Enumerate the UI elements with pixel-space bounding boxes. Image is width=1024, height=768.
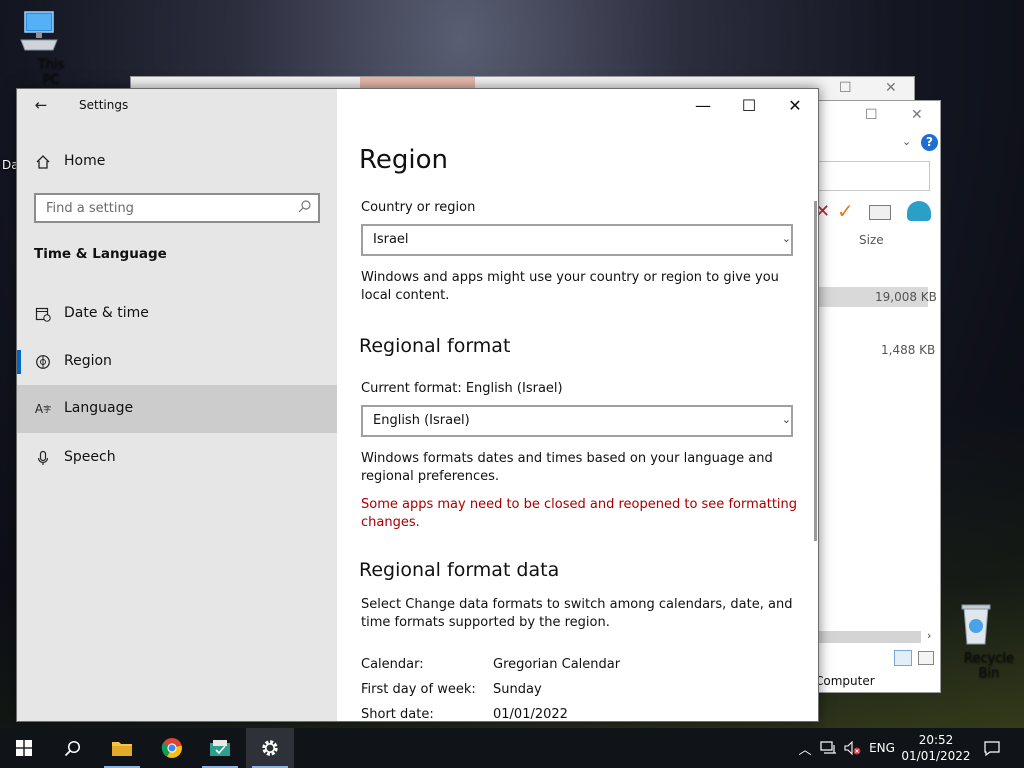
help-icon[interactable]: ? — [921, 134, 938, 151]
page-title: Region — [359, 145, 449, 175]
chevron-down-icon[interactable]: ⌄ — [902, 135, 911, 148]
row-key: Calendar: — [361, 657, 424, 672]
current-format-label: Current format: English (Israel) — [361, 381, 563, 396]
maximize-button[interactable]: ☐ — [726, 89, 772, 121]
scroll-right-icon[interactable]: › — [927, 629, 931, 642]
search-input[interactable]: Find a setting — [34, 193, 320, 223]
regional-format-dropdown[interactable]: English (Israel) ⌄ — [361, 405, 793, 437]
format-data-description: Select Change data formats to switch amo… — [361, 597, 793, 630]
sidebar-item-label: Language — [64, 400, 134, 416]
show-hidden-icons[interactable]: ︿ — [796, 728, 814, 768]
format-description: Windows formats dates and times based on… — [361, 451, 773, 484]
language-icon: A字 — [34, 402, 52, 416]
volume-muted-icon[interactable] — [842, 728, 864, 768]
country-label: Country or region — [361, 200, 476, 215]
regional-format-heading: Regional format — [359, 335, 511, 357]
calendar-clock-icon — [33, 304, 53, 324]
address-bar[interactable] — [817, 161, 930, 191]
shell-icon[interactable] — [907, 201, 931, 221]
taskbar-chrome[interactable] — [148, 728, 196, 768]
row-value: 01/01/2022 — [493, 707, 568, 722]
minimize-button[interactable]: — — [680, 89, 726, 121]
search-button[interactable] — [48, 728, 96, 768]
sidebar-item-label: Home — [64, 153, 106, 169]
desktop-icon-this-pc[interactable]: This PC — [12, 10, 66, 87]
size-column-header[interactable]: Size — [859, 233, 884, 247]
windows-logo-icon — [16, 740, 32, 756]
country-description: Windows and apps might use your country … — [361, 270, 779, 303]
chevron-down-icon: ⌄ — [781, 232, 791, 245]
desktop-icon-label: Recycle Bin — [964, 651, 1015, 681]
row-key: First day of week: — [361, 682, 476, 697]
home-icon — [33, 152, 53, 172]
clock-time: 20:52 — [918, 733, 954, 747]
desktop-icon-recycle-bin[interactable]: Recycle Bin — [940, 602, 1014, 681]
start-button[interactable] — [0, 728, 48, 768]
window-title: Settings — [79, 98, 129, 112]
sidebar-item-speech[interactable]: Speech — [17, 434, 337, 482]
chrome-icon — [161, 738, 182, 758]
desktop-icon-label: This PC — [37, 57, 65, 87]
file-size-1: 19,008 KB — [875, 290, 937, 304]
check-icon[interactable]: ✓ — [837, 199, 854, 223]
search-placeholder: Find a setting — [46, 201, 134, 216]
microphone-icon — [33, 448, 53, 468]
network-icon[interactable] — [818, 728, 840, 768]
search-icon[interactable] — [298, 200, 311, 217]
file-size-2: 1,488 KB — [881, 343, 936, 357]
app-icon — [210, 740, 230, 756]
notification-icon — [984, 741, 1000, 756]
horizontal-scrollbar[interactable] — [817, 631, 921, 643]
country-dropdown[interactable]: Israel ⌄ — [361, 224, 793, 256]
format-data-heading: Regional format data — [359, 559, 560, 581]
format-value: English (Israel) — [373, 413, 470, 428]
clock[interactable]: 20:52 01/01/2022 — [900, 728, 972, 768]
computer-icon — [20, 11, 58, 51]
settings-sidebar: ← Settings Home Find a setting Time & La… — [17, 89, 337, 721]
sidebar-item-label: Speech — [64, 449, 116, 465]
country-value: Israel — [373, 232, 409, 247]
maximize-icon[interactable]: ☐ — [839, 80, 852, 96]
sidebar-item-home[interactable]: Home — [17, 138, 337, 186]
taskbar: ︿ ENG 20:52 01/01/2022 — [0, 728, 1024, 768]
clock-date: 01/01/2022 — [901, 749, 971, 763]
row-value: Sunday — [493, 682, 542, 697]
back-arrow-icon[interactable]: ← — [31, 95, 51, 115]
sidebar-item-label: Region — [64, 353, 112, 369]
region-page: — ☐ ✕ Region Country or region Israel ⌄ … — [337, 89, 818, 721]
mail-icon[interactable] — [869, 205, 891, 220]
maximize-icon[interactable]: ☐ — [865, 107, 878, 123]
vertical-scrollbar[interactable] — [814, 201, 817, 541]
status-bar-text: Computer — [815, 674, 875, 688]
sidebar-item-label: Date & time — [64, 305, 149, 321]
close-icon[interactable]: ✕ — [911, 107, 923, 123]
taskbar-settings[interactable] — [246, 728, 294, 768]
recycle-bin-icon — [961, 604, 991, 645]
globe-icon — [33, 352, 53, 372]
sidebar-item-language[interactable]: A字 Language — [17, 385, 337, 433]
action-center-button[interactable] — [978, 728, 1006, 768]
selected-indicator — [17, 350, 21, 374]
section-title: Time & Language — [34, 246, 167, 262]
search-icon — [64, 740, 80, 756]
close-icon[interactable]: ✕ — [885, 80, 897, 96]
taskbar-app[interactable] — [196, 728, 244, 768]
taskbar-file-explorer[interactable] — [98, 728, 146, 768]
details-view-icon[interactable] — [894, 650, 912, 666]
close-button[interactable]: ✕ — [772, 89, 818, 121]
format-data-row: Calendar: Gregorian Calendar — [361, 657, 620, 672]
folder-icon — [112, 742, 132, 756]
row-key: Short date: — [361, 707, 434, 722]
settings-window[interactable]: ← Settings Home Find a setting Time & La… — [16, 88, 819, 722]
row-value: Gregorian Calendar — [493, 657, 621, 672]
format-data-row: Short date: 01/01/2022 — [361, 707, 568, 722]
format-data-row: First day of week: Sunday — [361, 682, 542, 697]
input-language[interactable]: ENG — [866, 728, 898, 768]
sidebar-item-date-time[interactable]: Date & time — [17, 290, 337, 338]
gear-icon — [262, 740, 278, 756]
format-warning: Some apps may need to be closed and reop… — [361, 497, 798, 530]
chevron-down-icon: ⌄ — [781, 413, 791, 426]
sidebar-item-region[interactable]: Region — [17, 338, 337, 386]
large-icons-view-icon[interactable] — [918, 651, 934, 665]
